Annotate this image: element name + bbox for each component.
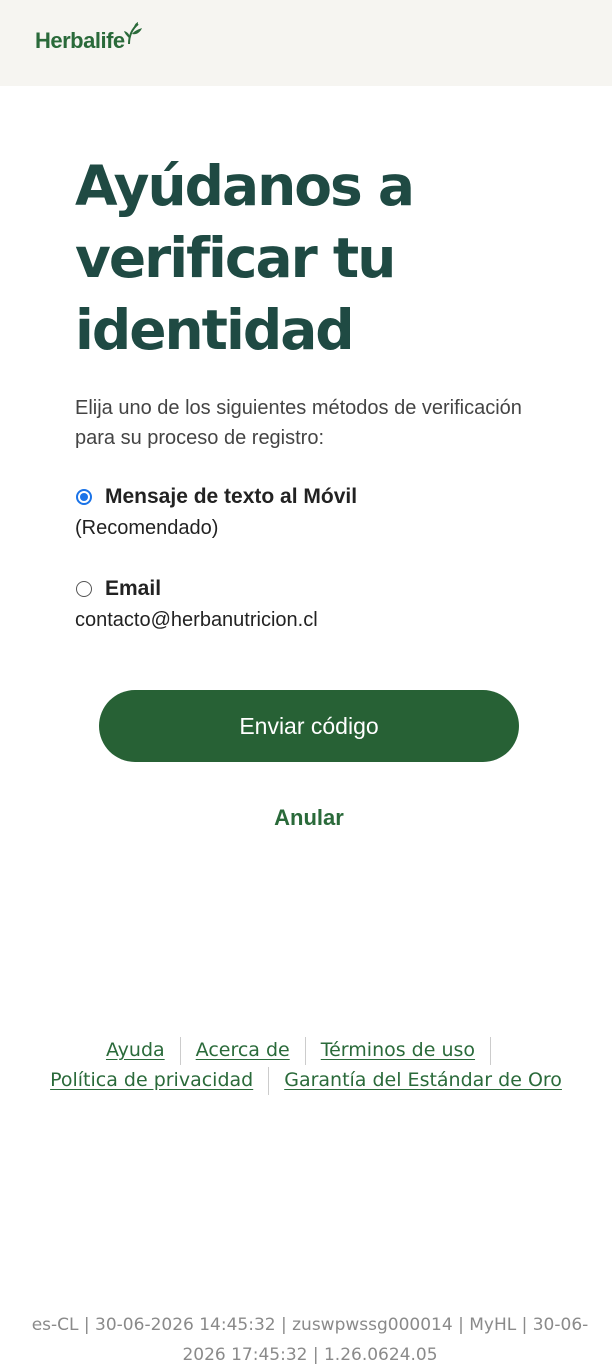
footer-link-about[interactable]: Acerca de xyxy=(196,1039,290,1061)
email-address: contacto@herbanutricion.cl xyxy=(75,609,318,631)
footer-meta-info: es-CL | 30-06-2026 14:45:32 | zuswpwssg0… xyxy=(31,1315,589,1365)
footer-link-terms[interactable]: Términos de uso xyxy=(321,1039,475,1061)
leaf-icon xyxy=(123,22,142,45)
logo-text: Herbalife xyxy=(35,28,125,53)
sms-radio[interactable] xyxy=(76,489,92,505)
sms-option-recommended: (Recomendado) xyxy=(75,517,219,539)
footer-links-row-1: Ayuda Acerca de Términos de uso xyxy=(0,1035,612,1065)
intro-text: Elija uno de los siguientes métodos de v… xyxy=(75,397,522,449)
email-radio[interactable] xyxy=(76,581,92,597)
option-email[interactable]: Email contacto@herbanutricion.cl xyxy=(75,573,555,635)
footer-link-privacy[interactable]: Política de privacidad xyxy=(50,1069,253,1091)
sms-option-label[interactable]: Mensaje de texto al Móvil xyxy=(105,485,357,509)
page-header: Herbalife xyxy=(0,0,612,86)
footer-link-help[interactable]: Ayuda xyxy=(106,1039,165,1061)
footer-links-row-2: Política de privacidad Garantía del Están… xyxy=(0,1065,612,1095)
footer-separator xyxy=(268,1066,270,1095)
page-title: Ayúdanos a verificar tu identidad xyxy=(75,154,415,362)
herbalife-logo[interactable]: Herbalife xyxy=(35,22,143,60)
footer-separator xyxy=(490,1036,492,1065)
option-sms[interactable]: Mensaje de texto al Móvil (Recomendado) xyxy=(75,481,555,543)
cancel-link[interactable]: Anular xyxy=(0,805,612,831)
footer-link-gold-standard[interactable]: Garantía del Estándar de Oro xyxy=(284,1069,562,1091)
footer-separator xyxy=(304,1036,306,1065)
footer-separator xyxy=(179,1036,181,1065)
send-code-button[interactable]: Enviar código xyxy=(99,690,519,762)
email-option-label[interactable]: Email xyxy=(105,577,161,601)
